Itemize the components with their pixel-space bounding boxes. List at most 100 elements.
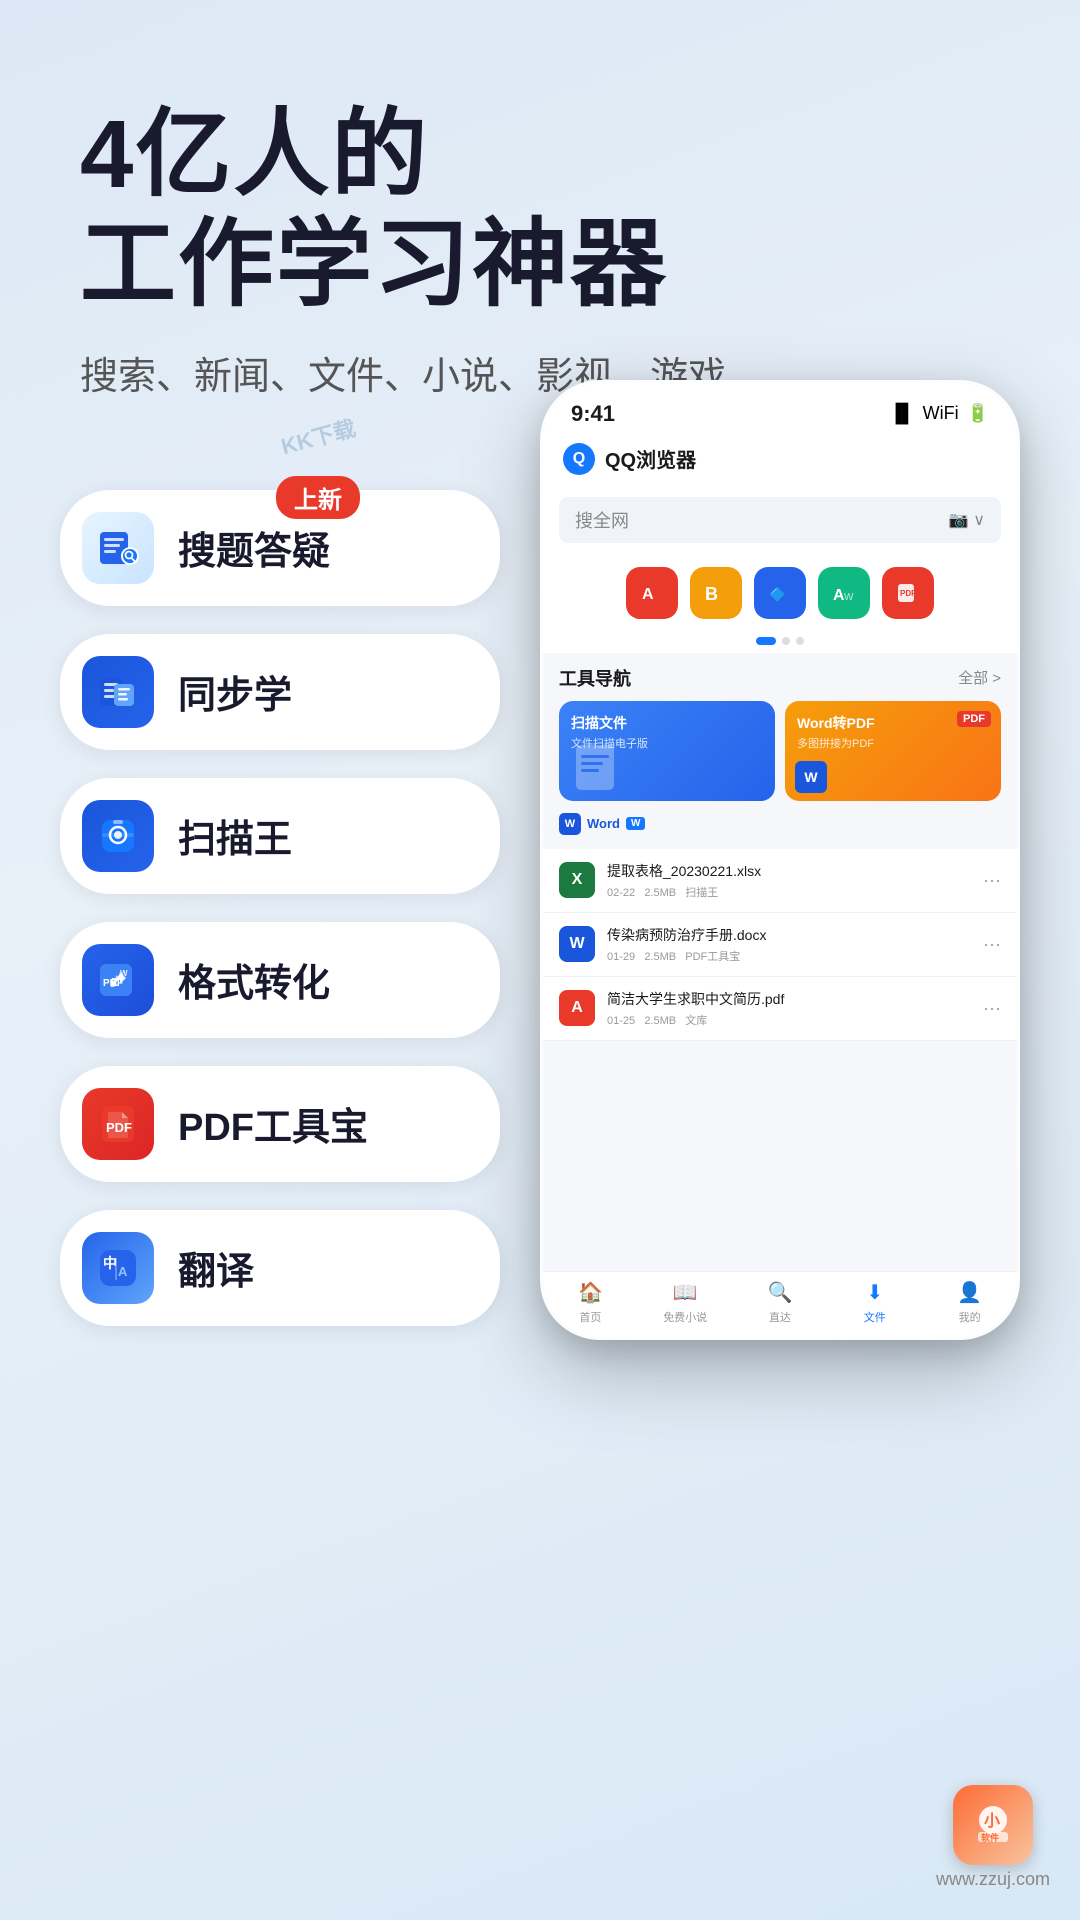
file-meta-3: 01-25 2.5MB 文库 (607, 1012, 971, 1028)
word-text: Word (587, 816, 620, 831)
feature-item-convert[interactable]: PDF W 格式转化 (60, 922, 500, 1038)
tools-section: 工具导航 全部 > 扫描文件 文件扫描电子版 (543, 653, 1017, 809)
bottom-brand: 小 软件 www.zzuj.com (936, 1785, 1050, 1890)
quick-app-1[interactable]: A (626, 567, 678, 619)
tool-card-scan-title: 扫描文件 (571, 713, 763, 733)
nav-profile[interactable]: 👤 我的 (922, 1280, 1017, 1325)
file-icon-pdf: A (559, 990, 595, 1026)
nav-home-label: 首页 (579, 1309, 601, 1325)
phone-screen: 9:41 ▐▌ WiFi 🔋 Q QQ浏览器 搜全网 📷 (543, 383, 1017, 1337)
file-item-3[interactable]: A 简洁大学生求职中文简历.pdf 01-25 2.5MB 文库 · (543, 977, 1017, 1041)
word-badge: W (626, 817, 645, 830)
zhida-icon: 🔍 (768, 1280, 793, 1305)
hero-title-line2: 工作学习神器 (80, 211, 668, 318)
feature-label-sync: 同步学 (178, 664, 292, 719)
feature-label-search-qa: 搜题答疑 (178, 520, 330, 575)
dots-indicator (543, 629, 1017, 653)
tool-card-word-pdf-sub: 多图拼接为PDF (797, 735, 989, 751)
file-name-1: 提取表格_20230221.xlsx (607, 861, 971, 881)
home-icon: 🏠 (578, 1280, 603, 1305)
novels-icon: 📖 (673, 1280, 698, 1305)
hero-section: 4亿人的 工作学习神器 搜索、新闻、文件、小说、影视、游戏 (0, 0, 1080, 440)
feature-item-pdf[interactable]: PDF PDF工具宝 (60, 1066, 500, 1182)
svg-text:小: 小 (984, 1812, 1000, 1830)
tool-card-word-pdf[interactable]: Word转PDF 多图拼接为PDF W PDF (785, 701, 1001, 801)
file-more-2[interactable]: ··· (983, 934, 1001, 955)
quick-app-2[interactable]: B (690, 567, 742, 619)
word-label-row: W Word W (543, 809, 1017, 841)
feature-item-sync[interactable]: 同步学 (60, 634, 500, 750)
tool-card-scan[interactable]: 扫描文件 文件扫描电子版 (559, 701, 775, 801)
phone-body: 9:41 ▐▌ WiFi 🔋 Q QQ浏览器 搜全网 📷 (540, 380, 1020, 1340)
feature-label-scan: 扫描王 (178, 808, 292, 863)
nav-zhida[interactable]: 🔍 直达 (733, 1280, 828, 1325)
qq-logo: Q (563, 443, 595, 475)
svg-text:PDF: PDF (900, 589, 916, 598)
convert-icon: PDF W (82, 944, 154, 1016)
svg-text:A: A (118, 1264, 128, 1279)
svg-text:W: W (844, 592, 854, 603)
phone-status-icons: ▐▌ WiFi 🔋 (889, 403, 989, 424)
search-qa-icon (82, 512, 154, 584)
sync-icon (82, 656, 154, 728)
tools-header: 工具导航 全部 > (559, 665, 1001, 691)
badge-new: 上新 (276, 476, 360, 519)
file-icon-docx: W (559, 926, 595, 962)
svg-text:B: B (705, 584, 718, 604)
file-item-2[interactable]: W 传染病预防治疗手册.docx 01-29 2.5MB PDF工具宝 (543, 913, 1017, 977)
tools-title: 工具导航 (559, 665, 631, 691)
phone-search-bar[interactable]: 搜全网 📷 ∨ (543, 487, 1017, 557)
svg-text:软件: 软件 (981, 1832, 999, 1843)
brand-logo: 小 软件 (953, 1785, 1033, 1865)
profile-icon: 👤 (957, 1280, 982, 1305)
phone-bottom-nav: 🏠 首页 📖 免费小说 🔍 直达 ⬇ 文件 (543, 1271, 1017, 1337)
nav-profile-label: 我的 (959, 1309, 981, 1325)
phone-mockup: 9:41 ▐▌ WiFi 🔋 Q QQ浏览器 搜全网 📷 (540, 380, 1080, 1430)
nav-files-label: 文件 (864, 1309, 886, 1325)
phone-app-header: Q QQ浏览器 (543, 435, 1017, 487)
file-more-1[interactable]: ··· (983, 870, 1001, 891)
feature-list: 上新 搜题答疑 (0, 490, 500, 1326)
pdf-icon: PDF (82, 1088, 154, 1160)
nav-home[interactable]: 🏠 首页 (543, 1280, 638, 1325)
file-name-2: 传染病预防治疗手册.docx (607, 925, 971, 945)
translate-icon: 中 A (82, 1232, 154, 1304)
dot-3 (796, 637, 804, 645)
phone-search-input[interactable]: 搜全网 📷 ∨ (559, 497, 1001, 543)
file-more-3[interactable]: ··· (983, 998, 1001, 1019)
file-icon-xlsx: X (559, 862, 595, 898)
feature-item-search-qa[interactable]: 上新 搜题答疑 (60, 490, 500, 606)
wifi-icon: WiFi (923, 403, 959, 424)
quick-app-4[interactable]: AW (818, 567, 870, 619)
feature-label-translate: 翻译 (178, 1240, 254, 1295)
camera-icon[interactable]: 📷 ∨ (949, 510, 985, 530)
quick-app-3[interactable]: 🔷 (754, 567, 806, 619)
phone-status-bar: 9:41 ▐▌ WiFi 🔋 (543, 383, 1017, 435)
search-placeholder: 搜全网 (575, 507, 629, 533)
file-meta-2: 01-29 2.5MB PDF工具宝 (607, 948, 971, 964)
nav-files[interactable]: ⬇ 文件 (827, 1280, 922, 1325)
tools-more[interactable]: 全部 > (958, 667, 1001, 688)
brand-url: www.zzuj.com (936, 1869, 1050, 1890)
svg-text:A: A (642, 586, 654, 603)
hero-title: 4亿人的 工作学习神器 (80, 100, 1000, 321)
svg-text:PDF: PDF (106, 1120, 132, 1135)
file-item-1[interactable]: X 提取表格_20230221.xlsx 02-22 2.5MB 扫描王 (543, 849, 1017, 913)
main-content: 上新 搜题答疑 (0, 440, 1080, 1326)
file-info-2: 传染病预防治疗手册.docx 01-29 2.5MB PDF工具宝 (607, 925, 971, 964)
feature-item-scan[interactable]: 扫描王 (60, 778, 500, 894)
quick-apps-row: A B 🔷 AW PDF (543, 557, 1017, 629)
nav-novels-label: 免费小说 (663, 1309, 707, 1325)
feature-label-pdf: PDF工具宝 (178, 1096, 368, 1151)
tools-grid: 扫描文件 文件扫描电子版 (559, 701, 1001, 801)
scan-icon (82, 800, 154, 872)
hero-title-line1: 4亿人的 (80, 101, 429, 208)
file-name-3: 简洁大学生求职中文简历.pdf (607, 989, 971, 1009)
dot-1 (756, 637, 776, 645)
quick-app-5[interactable]: PDF (882, 567, 934, 619)
signal-icon: ▐▌ (889, 403, 915, 424)
svg-text:🔷: 🔷 (769, 586, 786, 603)
feature-item-translate[interactable]: 中 A 翻译 (60, 1210, 500, 1326)
file-info-3: 简洁大学生求职中文简历.pdf 01-25 2.5MB 文库 (607, 989, 971, 1028)
nav-novels[interactable]: 📖 免费小说 (638, 1280, 733, 1325)
